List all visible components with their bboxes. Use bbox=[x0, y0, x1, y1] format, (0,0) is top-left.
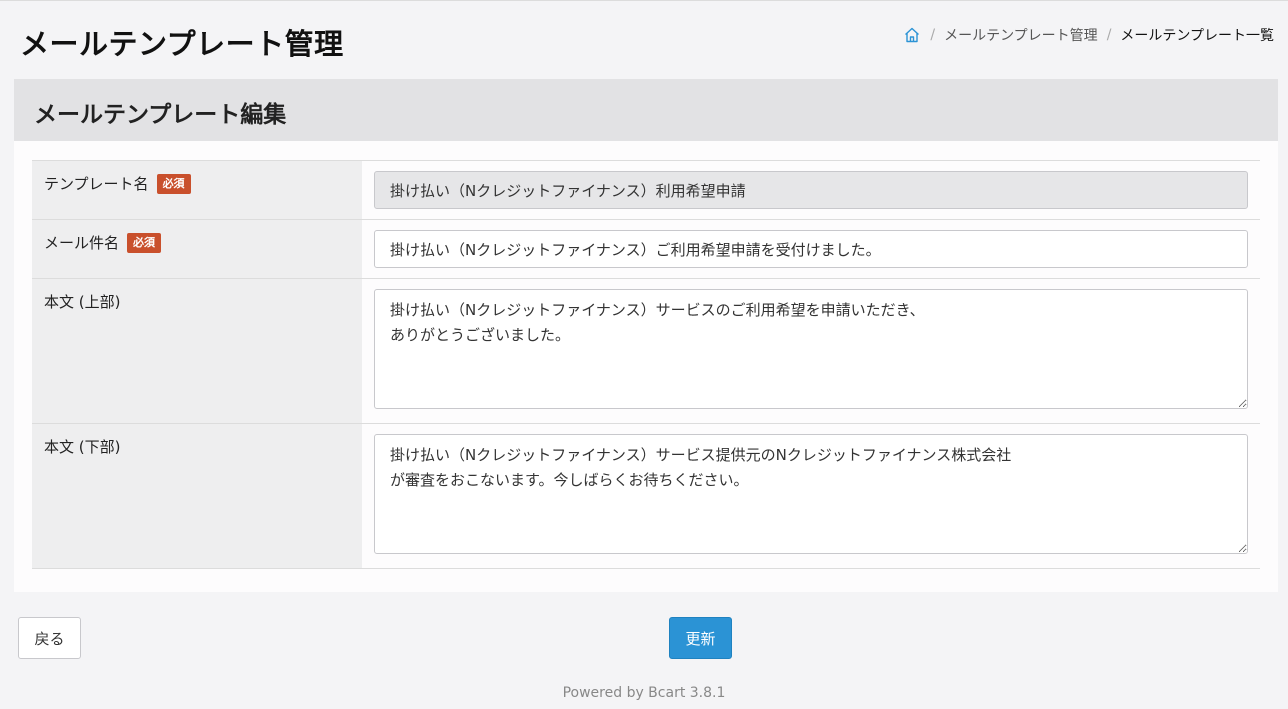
breadcrumb-separator: / bbox=[930, 27, 936, 43]
form-row-body-bottom: 本文 (下部) 掛け払い（Nクレジットファイナンス）サービス提供元のNクレジット… bbox=[32, 424, 1260, 569]
breadcrumb-item-mail-template-list: メールテンプレート一覧 bbox=[1120, 28, 1274, 44]
body-top-textarea[interactable]: 掛け払い（Nクレジットファイナンス）サービスのご利用希望を申請いただき、 ありが… bbox=[374, 289, 1248, 409]
body-top-label: 本文 (上部) bbox=[44, 293, 121, 311]
form-table: テンプレート名 必須 メール件名 必須 本文 (上部) 掛け払い（Nクレジットフ… bbox=[32, 160, 1260, 569]
home-icon[interactable] bbox=[903, 26, 921, 44]
field-cell bbox=[362, 220, 1260, 278]
body-bottom-label: 本文 (下部) bbox=[44, 438, 121, 456]
card-header: メールテンプレート編集 bbox=[14, 79, 1278, 141]
template-name-input[interactable] bbox=[374, 171, 1248, 209]
card-title: メールテンプレート編集 bbox=[34, 102, 287, 128]
footer-powered-by: Powered by Bcart 3.8.1 bbox=[562, 685, 726, 701]
required-badge: 必須 bbox=[127, 233, 162, 253]
mail-subject-input[interactable] bbox=[374, 230, 1248, 268]
template-name-label: テンプレート名 bbox=[44, 175, 149, 193]
breadcrumb-separator: / bbox=[1106, 27, 1112, 43]
form-row-body-top: 本文 (上部) 掛け払い（Nクレジットファイナンス）サービスのご利用希望を申請い… bbox=[32, 279, 1260, 424]
page-title: メールテンプレート管理 bbox=[20, 27, 344, 61]
label-cell: 本文 (下部) bbox=[32, 424, 362, 568]
breadcrumb: / メールテンプレート管理 / メールテンプレート一覧 bbox=[903, 25, 1274, 45]
breadcrumb-item-mail-template-management[interactable]: メールテンプレート管理 bbox=[944, 25, 1098, 45]
field-cell: 掛け払い（Nクレジットファイナンス）サービス提供元のNクレジットファイナンス株式… bbox=[362, 424, 1260, 568]
field-cell: 掛け払い（Nクレジットファイナンス）サービスのご利用希望を申請いただき、 ありが… bbox=[362, 279, 1260, 423]
edit-card: メールテンプレート編集 テンプレート名 必須 メール件名 必須 本文 (上部) bbox=[14, 79, 1278, 592]
form-row-template-name: テンプレート名 必須 bbox=[32, 161, 1260, 220]
label-cell: 本文 (上部) bbox=[32, 279, 362, 423]
form-row-mail-subject: メール件名 必須 bbox=[32, 220, 1260, 279]
mail-subject-label: メール件名 bbox=[44, 234, 120, 252]
body-bottom-textarea[interactable]: 掛け払い（Nクレジットファイナンス）サービス提供元のNクレジットファイナンス株式… bbox=[374, 434, 1248, 554]
back-button[interactable]: 戻る bbox=[18, 617, 81, 659]
label-cell: メール件名 必須 bbox=[32, 220, 362, 278]
label-cell: テンプレート名 必須 bbox=[32, 161, 362, 219]
required-badge: 必須 bbox=[156, 174, 191, 194]
field-cell bbox=[362, 161, 1260, 219]
update-button[interactable]: 更新 bbox=[669, 617, 732, 659]
page-header: メールテンプレート管理 / メールテンプレート管理 / メールテンプレート一覧 bbox=[0, 1, 1288, 79]
